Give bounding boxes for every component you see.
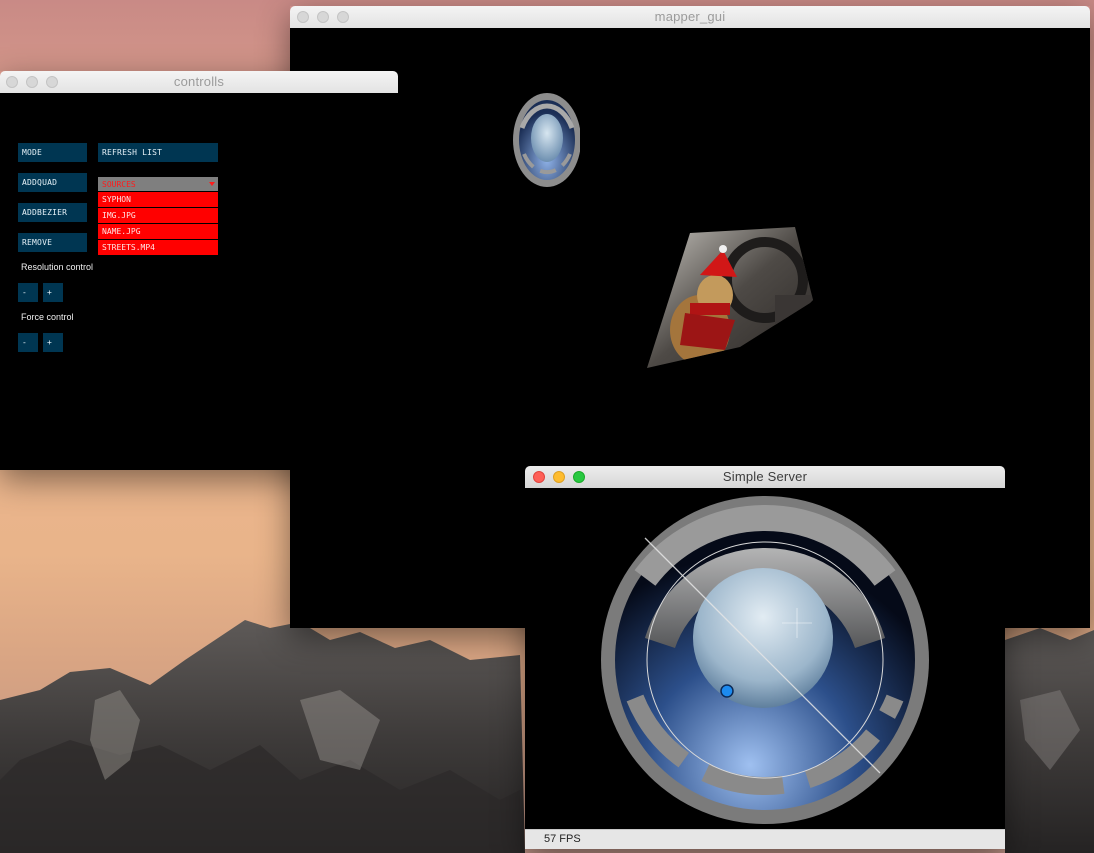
status-bar: 57 FPS (525, 829, 1005, 849)
sources-dropdown[interactable]: SOURCES (98, 177, 218, 191)
remove-button[interactable]: REMOVE (18, 233, 87, 252)
force-decrease-button[interactable]: - (18, 333, 38, 352)
window-title: controlls (173, 74, 225, 89)
control-point-handle[interactable] (720, 684, 734, 698)
force-control-label: Force control (21, 312, 74, 322)
resolution-increase-button[interactable]: + (43, 283, 63, 302)
mode-button[interactable]: MODE (18, 143, 87, 162)
controls-panel: MODE REFRESH LIST ADDQUAD ADDBEZIER REMO… (0, 93, 398, 470)
resolution-decrease-button[interactable]: - (18, 283, 38, 302)
mapper-titlebar[interactable]: mapper_gui (290, 6, 1090, 29)
add-quad-button[interactable]: ADDQUAD (18, 173, 87, 192)
source-item-streets-mp4[interactable]: STREETS.MP4 (98, 240, 218, 255)
simple-server-window: Simple Server 57 FPS (525, 466, 1005, 849)
source-item-syphon[interactable]: SYPHON (98, 192, 218, 207)
controls-window: controlls MODE REFRESH LIST ADDQUAD ADDB… (0, 71, 398, 470)
server-graphic (601, 496, 929, 824)
server-canvas[interactable] (525, 488, 1005, 830)
fps-counter: 57 FPS (544, 833, 581, 845)
window-title: mapper_gui (654, 9, 726, 24)
mapped-quad-image[interactable] (645, 225, 815, 370)
controls-titlebar[interactable]: controlls (0, 71, 398, 94)
add-bezier-button[interactable]: ADDBEZIER (18, 203, 87, 222)
mapped-oval-surface[interactable] (510, 88, 580, 188)
resolution-control-label: Resolution control (21, 262, 94, 272)
window-title: Simple Server (722, 469, 808, 484)
force-increase-button[interactable]: + (43, 333, 63, 352)
refresh-list-button[interactable]: REFRESH LIST (98, 143, 218, 162)
source-item-img-jpg[interactable]: IMG.JPG (98, 208, 218, 223)
server-titlebar[interactable]: Simple Server (525, 466, 1005, 489)
chevron-down-icon (209, 182, 215, 186)
sources-dropdown-label: SOURCES (102, 180, 136, 189)
source-item-name-jpg[interactable]: NAME.JPG (98, 224, 218, 239)
